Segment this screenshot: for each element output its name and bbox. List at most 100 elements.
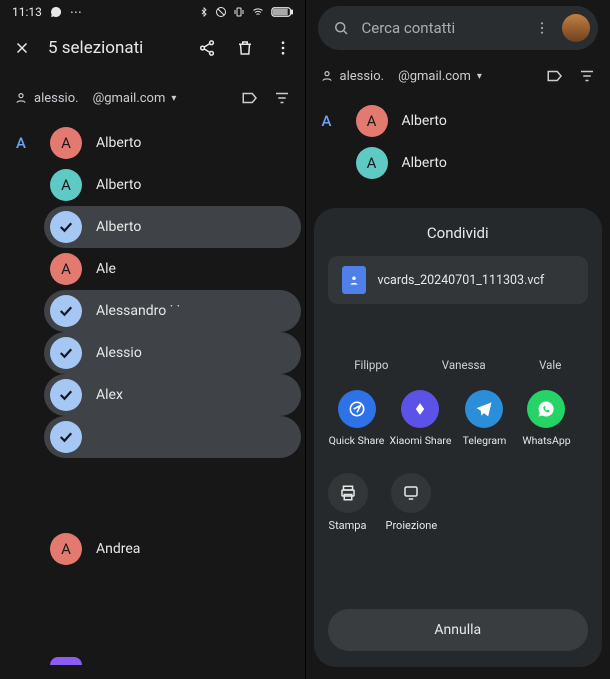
label-icon[interactable] [241,89,259,107]
person-suggestion[interactable]: Vale [539,358,561,372]
profile-avatar[interactable] [562,14,590,42]
search-bar[interactable]: Cerca contatti [318,6,599,50]
person-suggestion[interactable]: Filippo [354,358,388,372]
contact-name: Alberto [96,177,141,193]
account-prefix: alessio. [34,91,79,106]
app-label: WhatsApp [517,434,575,447]
share-icon[interactable] [195,36,219,60]
sheet-title: Condividi [328,224,589,242]
section-letter: A [322,112,332,130]
contact-row[interactable]: A Alberto [0,122,305,164]
avatar: A [50,169,82,201]
battery-icon [271,6,293,18]
search-placeholder: Cerca contatti [362,19,523,37]
domain-label: @gmail.com [398,69,471,84]
app-icon [527,390,565,428]
contact-row[interactable]: Alberto [44,206,301,248]
contact-name: Alberto [402,113,447,129]
file-attachment[interactable]: vcards_20240701_111303.vcf [328,256,589,304]
domain-chip[interactable]: @gmail.com ▾ [398,69,482,84]
app-label: Quick Share [328,434,386,447]
contact-name: Alex [96,387,123,403]
app-icon [401,390,439,428]
contact-row[interactable] [44,416,301,458]
contact-name: Ale [96,261,116,277]
chevron-down-icon: ▾ [477,71,482,82]
contact-row[interactable] [0,640,305,679]
more-icon[interactable] [271,36,295,60]
vibrate-icon [233,6,245,18]
account-chip[interactable]: alessio. [14,91,79,106]
action-label: Proiezione [386,519,438,532]
contact-name: Alberto [96,135,141,151]
check-icon [50,421,82,453]
action-cast[interactable]: Proiezione [386,473,438,532]
account-prefix: alessio. [340,69,385,84]
filter-row: alessio. @gmail.com ▾ [0,80,305,116]
app-icon [338,390,376,428]
contact-row[interactable]: A Alberto [306,100,610,142]
contact-name: Alberto [96,219,141,235]
more-icon[interactable] [534,20,550,36]
contact-name: Alberto [402,155,447,171]
app-icon [465,390,503,428]
dnd-icon [215,6,227,18]
person-suggestion[interactable]: Vanessa [442,358,486,372]
share-app-quick-share[interactable]: Quick Share [328,390,386,447]
share-app-telegram[interactable]: Telegram [455,390,513,447]
contact-row[interactable]: A Ale [0,248,305,290]
avatar: A [356,105,388,137]
domain-chip[interactable]: @gmail.com ▾ [93,91,177,106]
selection-topbar: 5 selezionati [0,24,305,72]
action-label: Stampa [328,519,368,532]
share-app-blu[interactable]: Blu [579,390,588,447]
contact-name: Alessandro ˙ ˙ [96,303,180,319]
cast-icon [391,473,431,513]
check-icon [50,211,82,243]
app-label: Blu [579,434,588,447]
vcard-file-icon [342,266,366,294]
whatsapp-icon [50,6,62,18]
contact-name: Alessio [96,345,142,361]
wifi-icon [251,6,265,18]
action-print[interactable]: Stampa [328,473,368,532]
actions-row: Stampa Proiezione [328,473,589,532]
section-letter: A [16,134,26,152]
check-icon [50,295,82,327]
apps-row: Quick Share Xiaomi ShareTelegram WhatsApp B… [328,390,589,447]
contact-name: Andrea [96,541,140,557]
avatar: A [50,533,82,565]
search-icon [332,19,350,37]
print-icon [328,473,368,513]
share-app-xiaomi-share[interactable]: Xiaomi Share [390,390,452,447]
contact-row[interactable]: A Alberto [306,142,610,184]
cancel-button[interactable]: Annulla [328,609,589,651]
contact-row[interactable]: A Alberto [0,164,305,206]
filter-row: alessio. @gmail.com ▾ [306,58,610,94]
contact-row[interactable]: Alessio [44,332,301,374]
status-time: 11:13 [12,5,42,19]
status-bar: 11:13 ⋯ [0,0,305,24]
contact-row[interactable]: A Andrea [0,528,305,570]
filter-icon[interactable] [578,67,596,85]
avatar: A [50,253,82,285]
contact-row[interactable]: Alessandro ˙ ˙ [44,290,301,332]
avatar [50,657,82,665]
avatar: A [50,127,82,159]
app-label: Telegram [455,434,513,447]
contact-row[interactable]: Alex [44,374,301,416]
dots-icon: ⋯ [70,5,83,19]
account-chip[interactable]: alessio. [320,69,385,84]
check-icon [50,379,82,411]
filter-icon[interactable] [273,89,291,107]
close-icon[interactable] [10,36,34,60]
share-app-whatsapp[interactable]: WhatsApp [517,390,575,447]
share-sheet: Condividi vcards_20240701_111303.vcf Fil… [314,208,603,667]
label-icon[interactable] [546,67,564,85]
bluetooth-icon [199,6,209,18]
selection-title: 5 selezionati [48,38,181,58]
person-icon [14,91,28,105]
person-icon [320,69,334,83]
delete-icon[interactable] [233,36,257,60]
pane-selection: 11:13 ⋯ 5 sel [0,0,306,679]
